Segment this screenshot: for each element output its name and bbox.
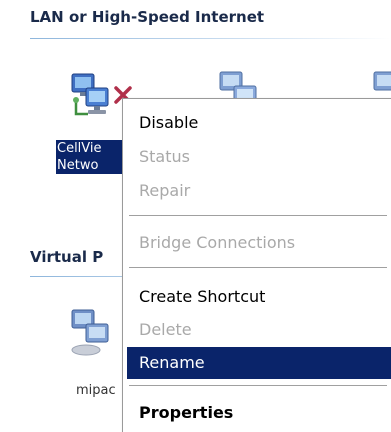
section-divider-lan [30,38,391,39]
section-header-lan: LAN or High-Speed Internet [30,8,265,26]
network-label-line2[interactable]: Netwo [56,157,124,174]
menu-separator [129,385,387,387]
menu-item-status[interactable]: Status [127,141,391,173]
vpn-label[interactable]: mipac [76,382,122,399]
vpn-connection-icon[interactable] [66,306,120,360]
menu-item-bridge-connections[interactable]: Bridge Connections [127,227,391,259]
menu-item-disable[interactable]: Disable [127,107,391,139]
menu-item-create-shortcut[interactable]: Create Shortcut [127,281,391,313]
network-connections-window: LAN or High-Speed Internet CellVie Netwo… [0,0,391,432]
menu-item-properties[interactable]: Properties [127,397,391,429]
context-menu: Disable Status Repair Bridge Connections… [122,98,391,432]
network-label-line1[interactable]: CellVie [56,140,124,157]
menu-item-rename[interactable]: Rename [127,347,391,379]
menu-item-delete[interactable]: Delete [127,314,391,346]
menu-item-repair[interactable]: Repair [127,175,391,207]
menu-separator [129,215,387,217]
section-header-vpn: Virtual P [30,248,104,266]
menu-separator [129,267,387,269]
